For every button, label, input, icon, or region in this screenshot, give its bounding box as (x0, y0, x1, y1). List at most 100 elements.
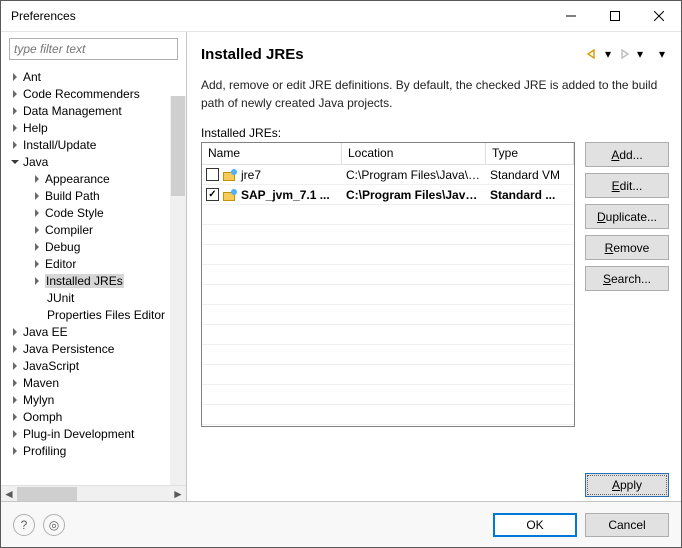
tree-item-java-installed-jres[interactable]: Installed JREs (1, 272, 186, 289)
jre-checkbox[interactable] (206, 188, 219, 201)
chevron-right-icon[interactable] (9, 379, 21, 387)
close-button[interactable] (637, 1, 681, 31)
chevron-right-icon[interactable] (31, 243, 43, 251)
tree-horizontal-scrollbar[interactable]: ◄ ► (1, 485, 186, 501)
tree-vertical-scrollbar[interactable] (170, 96, 186, 485)
table-row-empty (202, 245, 574, 265)
forward-menu-icon[interactable]: ▾ (633, 47, 647, 61)
table-row[interactable]: SAP_jvm_7.1 ... C:\Program Files\Java\...… (202, 185, 574, 205)
chevron-right-icon[interactable] (9, 447, 21, 455)
tree-item-install-update[interactable]: Install/Update (1, 136, 186, 153)
scroll-right-icon[interactable]: ► (170, 486, 186, 502)
view-menu-icon[interactable]: ▾ (655, 47, 669, 61)
page-nav: ▾ ▾ ▾ (585, 47, 669, 61)
column-header-location[interactable]: Location (342, 143, 486, 164)
help-icon[interactable]: ? (13, 514, 35, 536)
chevron-right-icon[interactable] (31, 175, 43, 183)
tree-item-data-management[interactable]: Data Management (1, 102, 186, 119)
tree-item-java-editor[interactable]: Editor (1, 255, 186, 272)
tree-item-plugin-development[interactable]: Plug-in Development (1, 425, 186, 442)
jre-checkbox[interactable] (206, 168, 219, 181)
chevron-right-icon[interactable] (9, 396, 21, 404)
table-row-empty (202, 225, 574, 245)
tree-item-maven[interactable]: Maven (1, 374, 186, 391)
table-row[interactable]: jre7C:\Program Files\Java\jre7Standard V… (202, 165, 574, 185)
scroll-left-icon[interactable]: ◄ (1, 486, 17, 502)
chevron-right-icon[interactable] (31, 209, 43, 217)
tree-item-ant[interactable]: Ant (1, 68, 186, 85)
table-row-empty (202, 385, 574, 405)
jre-location: C:\Program Files\Java\... (342, 188, 486, 202)
back-icon[interactable] (585, 47, 599, 61)
chevron-right-icon[interactable] (9, 141, 21, 149)
chevron-right-icon[interactable] (31, 226, 43, 234)
search-button[interactable]: Search... (585, 266, 669, 291)
apply-button[interactable]: Apply (585, 473, 669, 497)
table-row-empty (202, 345, 574, 365)
chevron-right-icon[interactable] (31, 260, 43, 268)
footer: ? ◎ OK Cancel (1, 501, 681, 547)
tree-item-mylyn[interactable]: Mylyn (1, 391, 186, 408)
preferences-window: Preferences Ant Code Recommenders Data M… (0, 0, 682, 548)
filter-input[interactable] (9, 38, 178, 60)
column-header-name[interactable]: Name (202, 143, 342, 164)
table-row-empty (202, 285, 574, 305)
table-row-empty (202, 305, 574, 325)
ok-button[interactable]: OK (493, 513, 577, 537)
jre-name: SAP_jvm_7.1 ... (241, 188, 330, 202)
chevron-right-icon[interactable] (31, 277, 43, 285)
tree-item-java-code-style[interactable]: Code Style (1, 204, 186, 221)
chevron-right-icon[interactable] (9, 345, 21, 353)
tree-item-java-build-path[interactable]: Build Path (1, 187, 186, 204)
duplicate-button[interactable]: Duplicate... (585, 204, 669, 229)
chevron-down-icon[interactable] (9, 158, 21, 166)
minimize-button[interactable] (549, 1, 593, 31)
table-row-empty (202, 325, 574, 345)
tree-item-java-properties-editor[interactable]: Properties Files Editor (1, 306, 186, 323)
chevron-right-icon[interactable] (9, 90, 21, 98)
page-description: Add, remove or edit JRE definitions. By … (201, 76, 669, 112)
tree-item-java-appearance[interactable]: Appearance (1, 170, 186, 187)
cancel-button[interactable]: Cancel (585, 513, 669, 537)
table-row-empty (202, 205, 574, 225)
chevron-right-icon[interactable] (9, 328, 21, 336)
installed-jres-table[interactable]: Name Location Type jre7C:\Program Files\… (201, 142, 575, 427)
maximize-button[interactable] (593, 1, 637, 31)
tree-item-java[interactable]: Java (1, 153, 186, 170)
tree-item-java-debug[interactable]: Debug (1, 238, 186, 255)
tree-item-java-compiler[interactable]: Compiler (1, 221, 186, 238)
remove-button[interactable]: Remove (585, 235, 669, 260)
jre-name: jre7 (241, 168, 261, 182)
side-buttons: Add... Edit... Duplicate... Remove Searc… (585, 142, 669, 291)
tree-item-javascript[interactable]: JavaScript (1, 357, 186, 374)
forward-icon[interactable] (617, 47, 631, 61)
tree-item-java-persistence[interactable]: Java Persistence (1, 340, 186, 357)
chevron-right-icon[interactable] (9, 362, 21, 370)
page-title: Installed JREs (201, 46, 304, 63)
edit-button[interactable]: Edit... (585, 173, 669, 198)
column-header-type[interactable]: Type (486, 143, 574, 164)
tree-item-java-junit[interactable]: JUnit (1, 289, 186, 306)
tree-item-code-recommenders[interactable]: Code Recommenders (1, 85, 186, 102)
table-row-empty (202, 365, 574, 385)
tree-item-help[interactable]: Help (1, 119, 186, 136)
content-area: Ant Code Recommenders Data Management He… (1, 32, 681, 501)
jre-type: Standard ... (486, 188, 574, 202)
import-export-icon[interactable]: ◎ (43, 514, 65, 536)
preference-tree[interactable]: Ant Code Recommenders Data Management He… (1, 66, 186, 501)
tree-item-profiling[interactable]: Profiling (1, 442, 186, 459)
add-button[interactable]: Add... (585, 142, 669, 167)
tree-item-java-ee[interactable]: Java EE (1, 323, 186, 340)
window-controls (549, 1, 681, 31)
chevron-right-icon[interactable] (9, 413, 21, 421)
chevron-right-icon[interactable] (31, 192, 43, 200)
table-row-empty (202, 265, 574, 285)
tree-item-oomph[interactable]: Oomph (1, 408, 186, 425)
chevron-right-icon[interactable] (9, 107, 21, 115)
window-title: Preferences (11, 9, 549, 23)
chevron-right-icon[interactable] (9, 124, 21, 132)
jre-type: Standard VM (486, 168, 574, 182)
chevron-right-icon[interactable] (9, 73, 21, 81)
chevron-right-icon[interactable] (9, 430, 21, 438)
back-menu-icon[interactable]: ▾ (601, 47, 615, 61)
